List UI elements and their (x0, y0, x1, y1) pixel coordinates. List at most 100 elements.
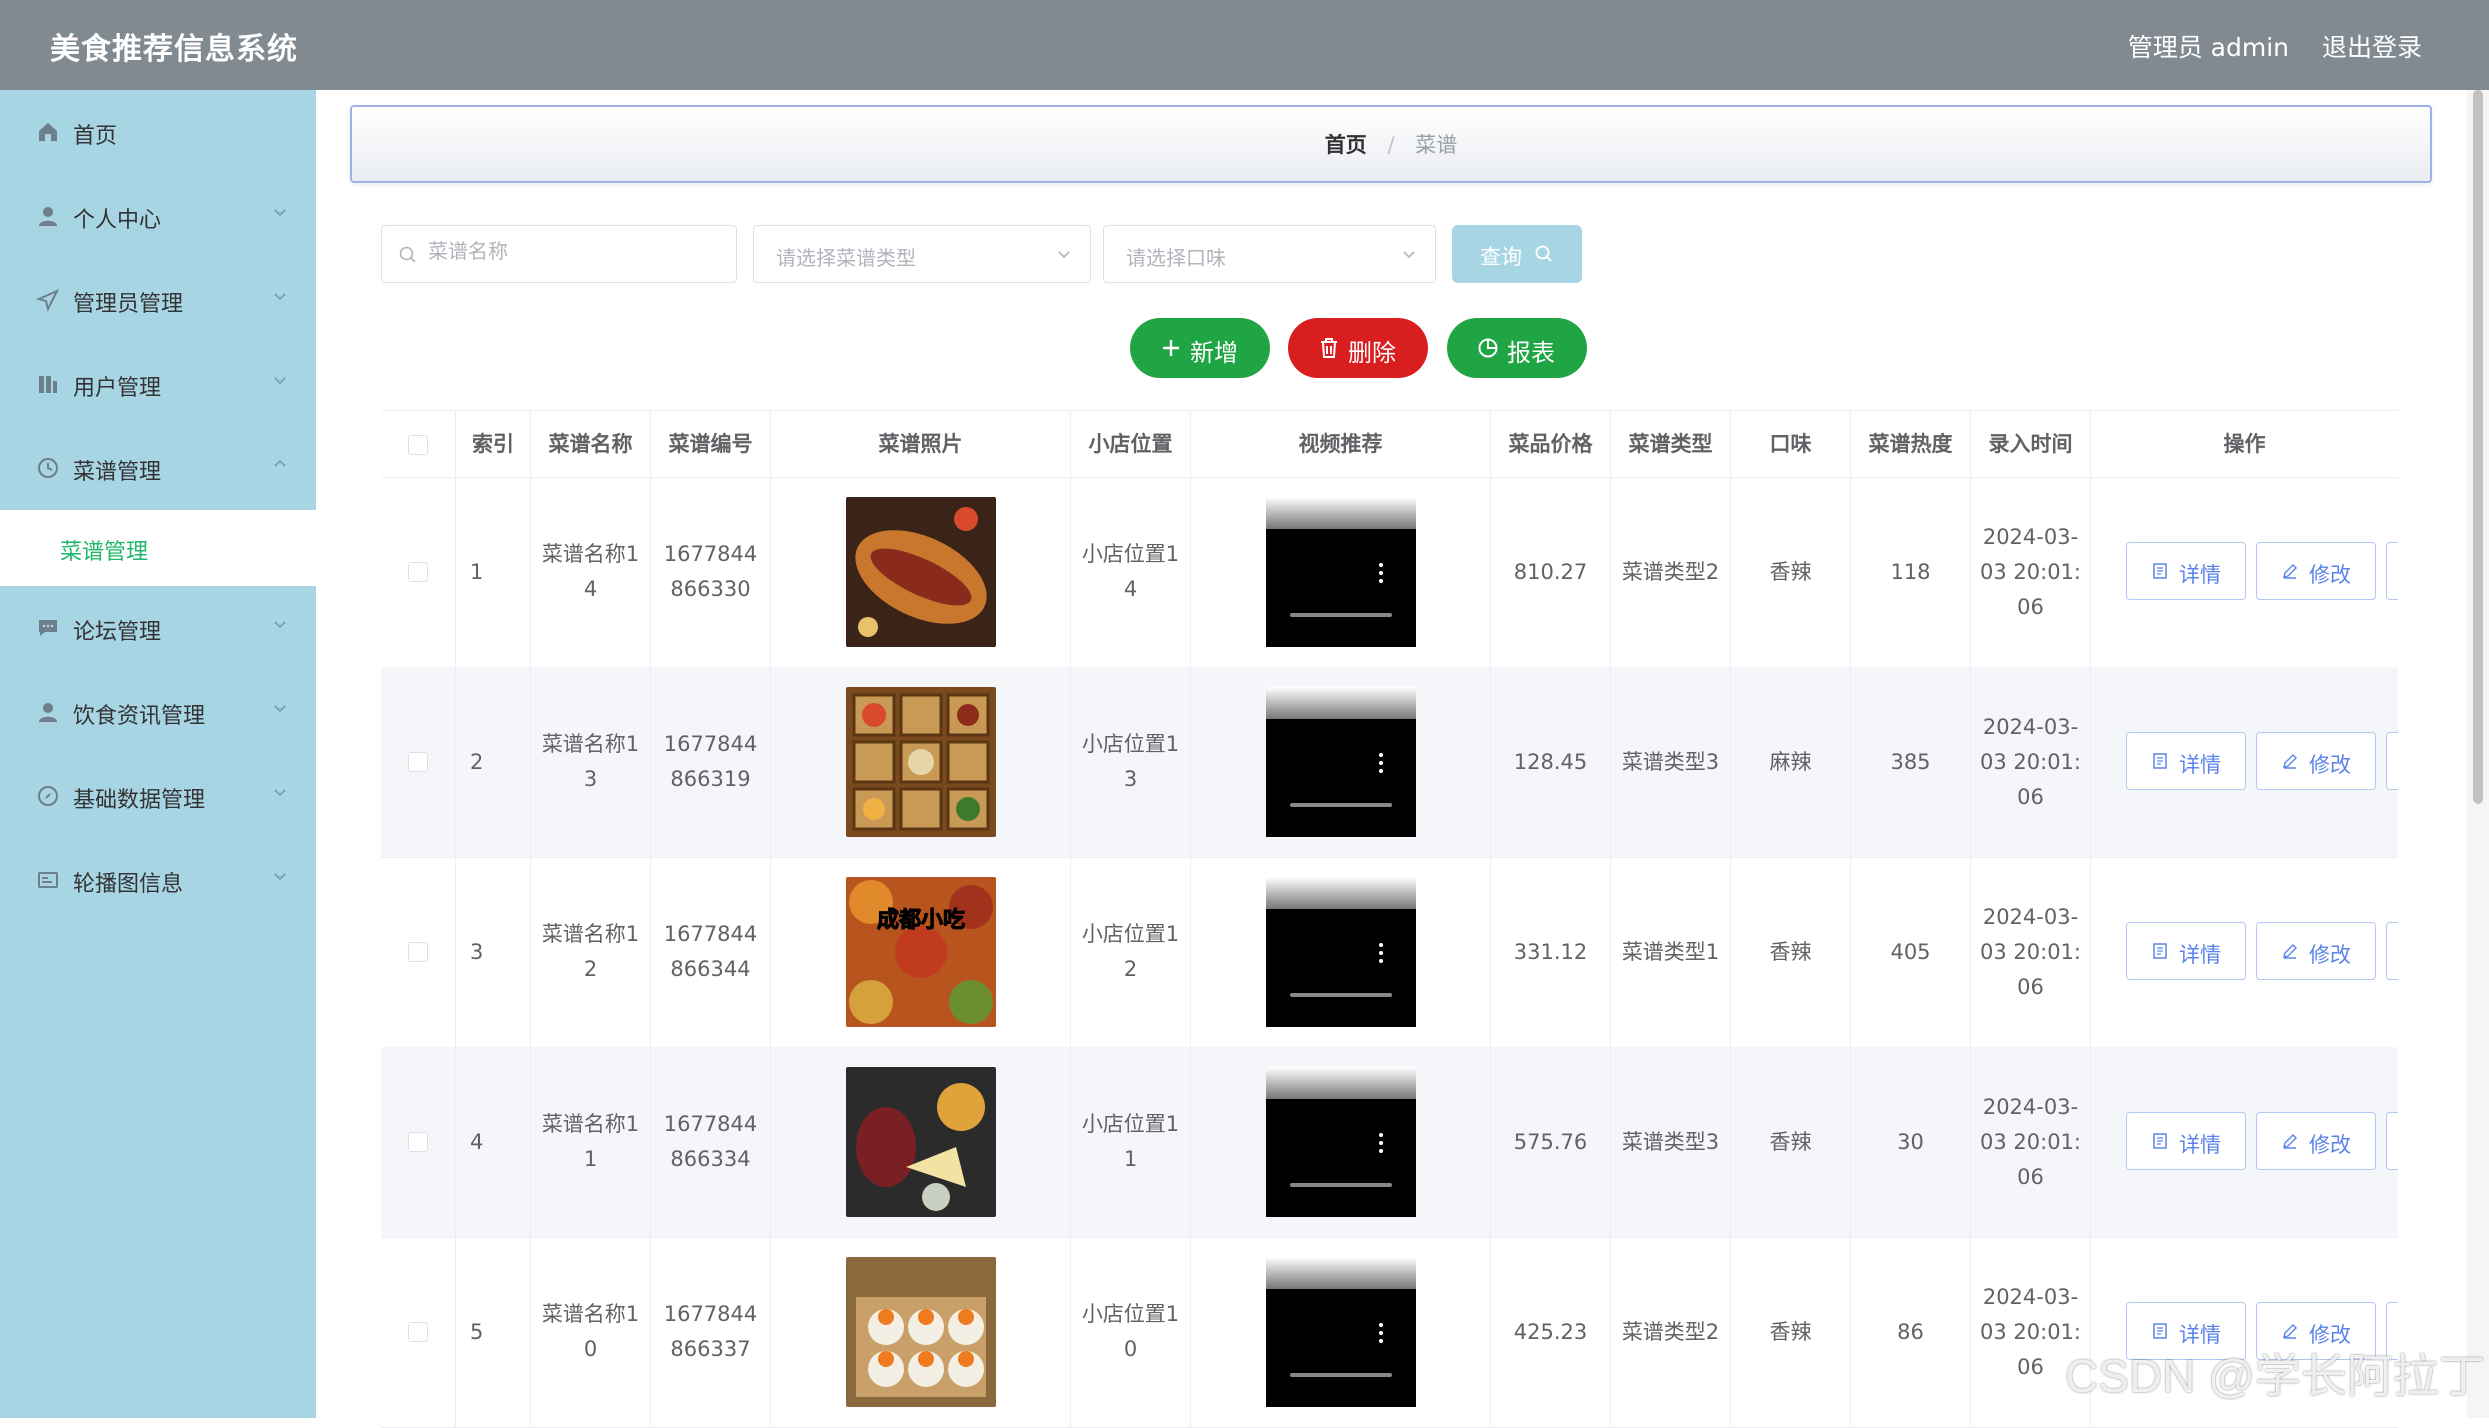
sidebar-item-diet-news-management[interactable]: 饮食资讯管理 (0, 670, 316, 754)
more-options-icon[interactable] (1378, 943, 1383, 967)
recipe-photo[interactable] (845, 497, 996, 647)
row-checkbox[interactable] (408, 1322, 428, 1342)
detail-button[interactable]: 详情 (2126, 732, 2246, 790)
price-cell: 425.23 (1491, 1237, 1611, 1427)
detail-button[interactable]: 详情 (2126, 542, 2246, 600)
edit-button[interactable]: 修改 (2256, 1112, 2376, 1170)
recipe-name-input[interactable] (426, 238, 678, 264)
chevron-down-icon (274, 209, 286, 217)
column-header: 菜品价格 (1491, 411, 1611, 477)
taste-select[interactable]: 请选择口味 (1103, 225, 1436, 283)
report-button[interactable]: 报表 (1447, 318, 1587, 378)
chevron-down-icon (1403, 251, 1415, 259)
more-options-icon[interactable] (1378, 753, 1383, 777)
recipe-photo[interactable] (845, 1257, 996, 1407)
row-checkbox[interactable] (408, 752, 428, 772)
plus-icon (1163, 340, 1179, 356)
video-progress-bar[interactable] (1289, 803, 1392, 807)
chart-icon (39, 376, 57, 393)
breadcrumb-home[interactable]: 首页 (1325, 133, 1367, 157)
code-cell: 1677844866330 (651, 477, 771, 667)
name-cell: 菜谱名称11 (531, 1047, 651, 1237)
table-header: 索引 菜谱名称 菜谱编号 菜谱照片 小店位置 视频推荐 菜品价格 菜谱类型 口味… (381, 411, 2398, 478)
submenu-item-recipe-management[interactable]: 菜谱管理 (0, 510, 316, 586)
recipe-photo[interactable] (845, 687, 996, 837)
app-title: 美食推荐信息系统 (50, 32, 298, 67)
entry-time: 2024-03-03 20:01:06 (1980, 524, 2081, 619)
recipe-photo[interactable] (845, 1067, 996, 1217)
video-progress-bar[interactable] (1289, 1183, 1392, 1187)
name-cell: 菜谱名称12 (531, 857, 651, 1047)
delete-button[interactable]: 删除 (1288, 318, 1428, 378)
add-button[interactable]: 新增 (1130, 318, 1270, 378)
recipe-photo[interactable]: 成都小吃 (845, 877, 996, 1027)
video-player[interactable] (1265, 1257, 1416, 1407)
more-options-icon[interactable] (1378, 1323, 1383, 1347)
recipe-name-search-field[interactable] (381, 225, 737, 283)
row-checkbox[interactable] (408, 942, 428, 962)
operations-cell: 详情 修改 (2091, 1047, 2398, 1237)
more-button[interactable] (2386, 1112, 2398, 1170)
scrollbar-thumb[interactable] (2473, 90, 2483, 804)
name-cell: 菜谱名称14 (531, 477, 651, 667)
video-player[interactable] (1265, 497, 1416, 647)
operations-cell: 详情 修改 (2091, 667, 2398, 857)
recipe-type-select[interactable]: 请选择菜谱类型 (753, 225, 1091, 283)
sidebar-item-personal-center[interactable]: 个人中心 (0, 174, 316, 258)
video-player[interactable] (1265, 877, 1416, 1027)
photo-cell (771, 1047, 1071, 1237)
time-cell: 2024-03-03 20:01:06 (1971, 857, 2091, 1047)
current-user: 管理员 admin (2127, 33, 2289, 62)
header-select-all (381, 411, 456, 477)
detail-button[interactable]: 详情 (2126, 1112, 2246, 1170)
time-cell: 2024-03-03 20:01:06 (1971, 477, 2091, 667)
recipe-type: 菜谱类型3 (1621, 1129, 1720, 1154)
logout-link[interactable]: 退出登录 (2322, 28, 2422, 64)
chevron-down-icon (274, 873, 286, 881)
sidebar-item-carousel-info[interactable]: 轮播图信息 (0, 838, 316, 922)
sidebar-item-forum-management[interactable]: 论坛管理 (0, 586, 316, 670)
taste-cell: 麻辣 (1731, 667, 1851, 857)
query-button[interactable]: 查询 (1452, 225, 1582, 283)
column-header: 菜谱名称 (531, 411, 651, 477)
more-button[interactable] (2386, 732, 2398, 790)
video-progress-bar[interactable] (1289, 993, 1392, 997)
edit-button[interactable]: 修改 (2256, 732, 2376, 790)
column-header: 菜谱类型 (1611, 411, 1731, 477)
row-checkbox[interactable] (408, 562, 428, 582)
index-cell: 5 (456, 1237, 531, 1427)
video-progress-bar[interactable] (1289, 613, 1392, 617)
user-icon (39, 703, 57, 722)
edit-button[interactable]: 修改 (2256, 542, 2376, 600)
video-player[interactable] (1265, 687, 1416, 837)
entry-time: 2024-03-03 20:01:06 (1980, 904, 2081, 999)
sidebar-item-user-management[interactable]: 用户管理 (0, 342, 316, 426)
sidebar-item-basic-data-management[interactable]: 基础数据管理 (0, 754, 316, 838)
edit-button[interactable]: 修改 (2256, 922, 2376, 980)
sidebar-item-recipe-management[interactable]: 菜谱管理 (0, 426, 316, 510)
recipe-code: 1677844866330 (663, 542, 758, 601)
recipe-name: 菜谱名称13 (541, 732, 640, 791)
more-button[interactable] (2386, 922, 2398, 980)
type-cell: 菜谱类型3 (1611, 667, 1731, 857)
price-cell: 810.27 (1491, 477, 1611, 667)
type-cell: 菜谱类型1 (1611, 857, 1731, 1047)
row-checkbox[interactable] (408, 1132, 428, 1152)
detail-button[interactable]: 详情 (2126, 922, 2246, 980)
row-select-cell (381, 667, 456, 857)
video-player[interactable] (1265, 1067, 1416, 1217)
edit-icon (2283, 564, 2297, 579)
sidebar-item-label: 轮播图信息 (73, 872, 184, 897)
sidebar-item-admin-management[interactable]: 管理员管理 (0, 258, 316, 342)
video-progress-bar[interactable] (1289, 1373, 1392, 1377)
sidebar-item-home[interactable]: 首页 (0, 90, 316, 174)
detail-button-label: 详情 (2179, 753, 2221, 777)
top-header-bar: 美食推荐信息系统 管理员 admin 退出登录 (0, 0, 2489, 90)
more-button[interactable] (2386, 542, 2398, 600)
more-options-icon[interactable] (1378, 563, 1383, 587)
more-options-icon[interactable] (1378, 1133, 1383, 1157)
video-cell (1191, 477, 1491, 667)
select-all-checkbox[interactable] (408, 435, 428, 455)
recipe-type: 菜谱类型2 (1621, 1319, 1720, 1344)
document-icon (2153, 1323, 2167, 1339)
